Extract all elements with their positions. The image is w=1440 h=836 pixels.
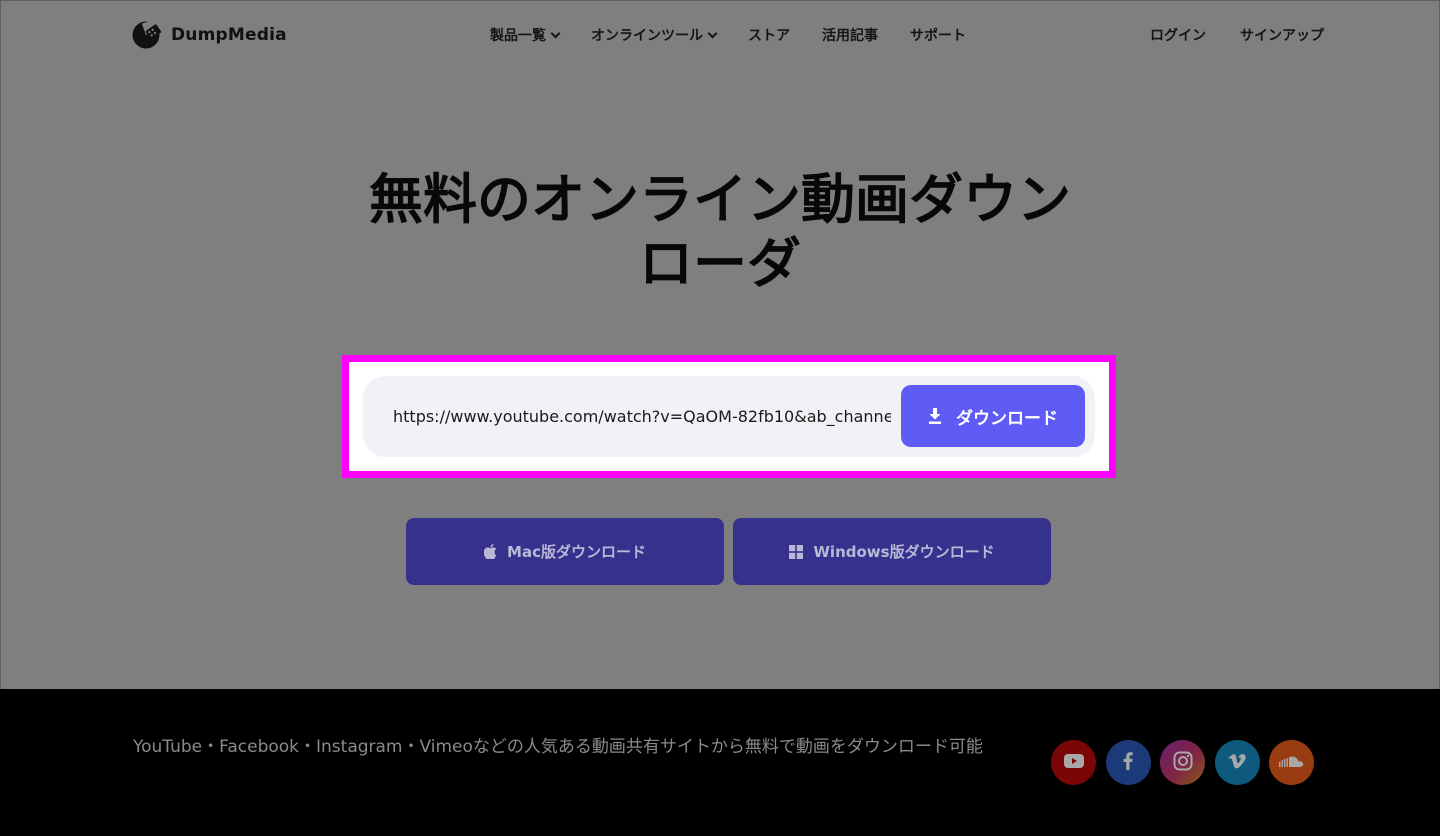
windows-icon <box>789 544 804 559</box>
signup-link[interactable]: サインアップ <box>1240 25 1324 45</box>
soundcloud-icon <box>1278 753 1305 772</box>
nav-products[interactable]: 製品一覧 <box>490 25 561 45</box>
instagram-icon <box>1173 751 1193 775</box>
login-link[interactable]: ログイン <box>1150 25 1206 45</box>
page-title-line1: 無料のオンライン動画ダウン <box>369 168 1071 231</box>
youtube-icon <box>1063 753 1084 772</box>
nav-online-tools[interactable]: オンラインツール <box>591 25 718 45</box>
url-search-box: ダウンロード <box>363 376 1095 457</box>
facebook-icon <box>1123 751 1133 774</box>
soundcloud-link[interactable] <box>1269 740 1314 785</box>
windows-download-button[interactable]: Windows版ダウンロード <box>733 518 1051 585</box>
mac-download-label: Mac版ダウンロード <box>507 543 646 561</box>
nav-articles-label: 活用記事 <box>822 28 878 44</box>
vimeo-link[interactable] <box>1214 740 1260 785</box>
page-title: 無料のオンライン動画ダウン ローダ <box>300 168 1140 296</box>
chevron-down-icon <box>550 28 561 38</box>
page-title-line2: ローダ <box>639 232 801 295</box>
social-links <box>1051 740 1314 785</box>
apple-icon <box>484 544 497 559</box>
nav-online-tools-label: オンラインツール <box>591 28 703 44</box>
nav-support-label: サポート <box>910 28 966 44</box>
search-highlight-frame: ダウンロード <box>342 355 1116 478</box>
mac-download-button[interactable]: Mac版ダウンロード <box>406 518 724 585</box>
download-button-label: ダウンロード <box>956 408 1058 428</box>
instagram-link[interactable] <box>1160 740 1205 785</box>
footer-description: YouTube・Facebook・Instagram・Vimeoなどの人気ある動… <box>133 737 983 757</box>
nav-articles[interactable]: 活用記事 <box>822 25 878 45</box>
windows-download-label: Windows版ダウンロード <box>813 543 995 561</box>
youtube-link[interactable] <box>1051 740 1096 785</box>
nav-store[interactable]: ストア <box>748 25 790 45</box>
chevron-down-icon <box>707 28 718 38</box>
nav-store-label: ストア <box>748 28 790 44</box>
auth-links: ログイン サインアップ <box>1150 24 1324 46</box>
nav-support[interactable]: サポート <box>910 25 966 45</box>
nav-products-label: 製品一覧 <box>490 28 546 44</box>
facebook-link[interactable] <box>1105 740 1151 785</box>
brand-name: DumpMedia <box>171 25 287 45</box>
url-input[interactable] <box>393 400 891 432</box>
dumpmedia-logo-icon <box>132 18 162 50</box>
vimeo-icon <box>1228 753 1246 773</box>
main-nav: 製品一覧 オンラインツール ストア 活用記事 サポート <box>490 24 966 46</box>
download-icon <box>928 408 942 424</box>
download-button[interactable]: ダウンロード <box>901 385 1085 447</box>
brand-logo[interactable]: DumpMedia <box>132 18 287 51</box>
site-header: DumpMedia 製品一覧 オンラインツール ストア 活用記事 サポート ログ… <box>0 0 1440 70</box>
site-footer: YouTube・Facebook・Instagram・Vimeoなどの人気ある動… <box>0 689 1440 836</box>
